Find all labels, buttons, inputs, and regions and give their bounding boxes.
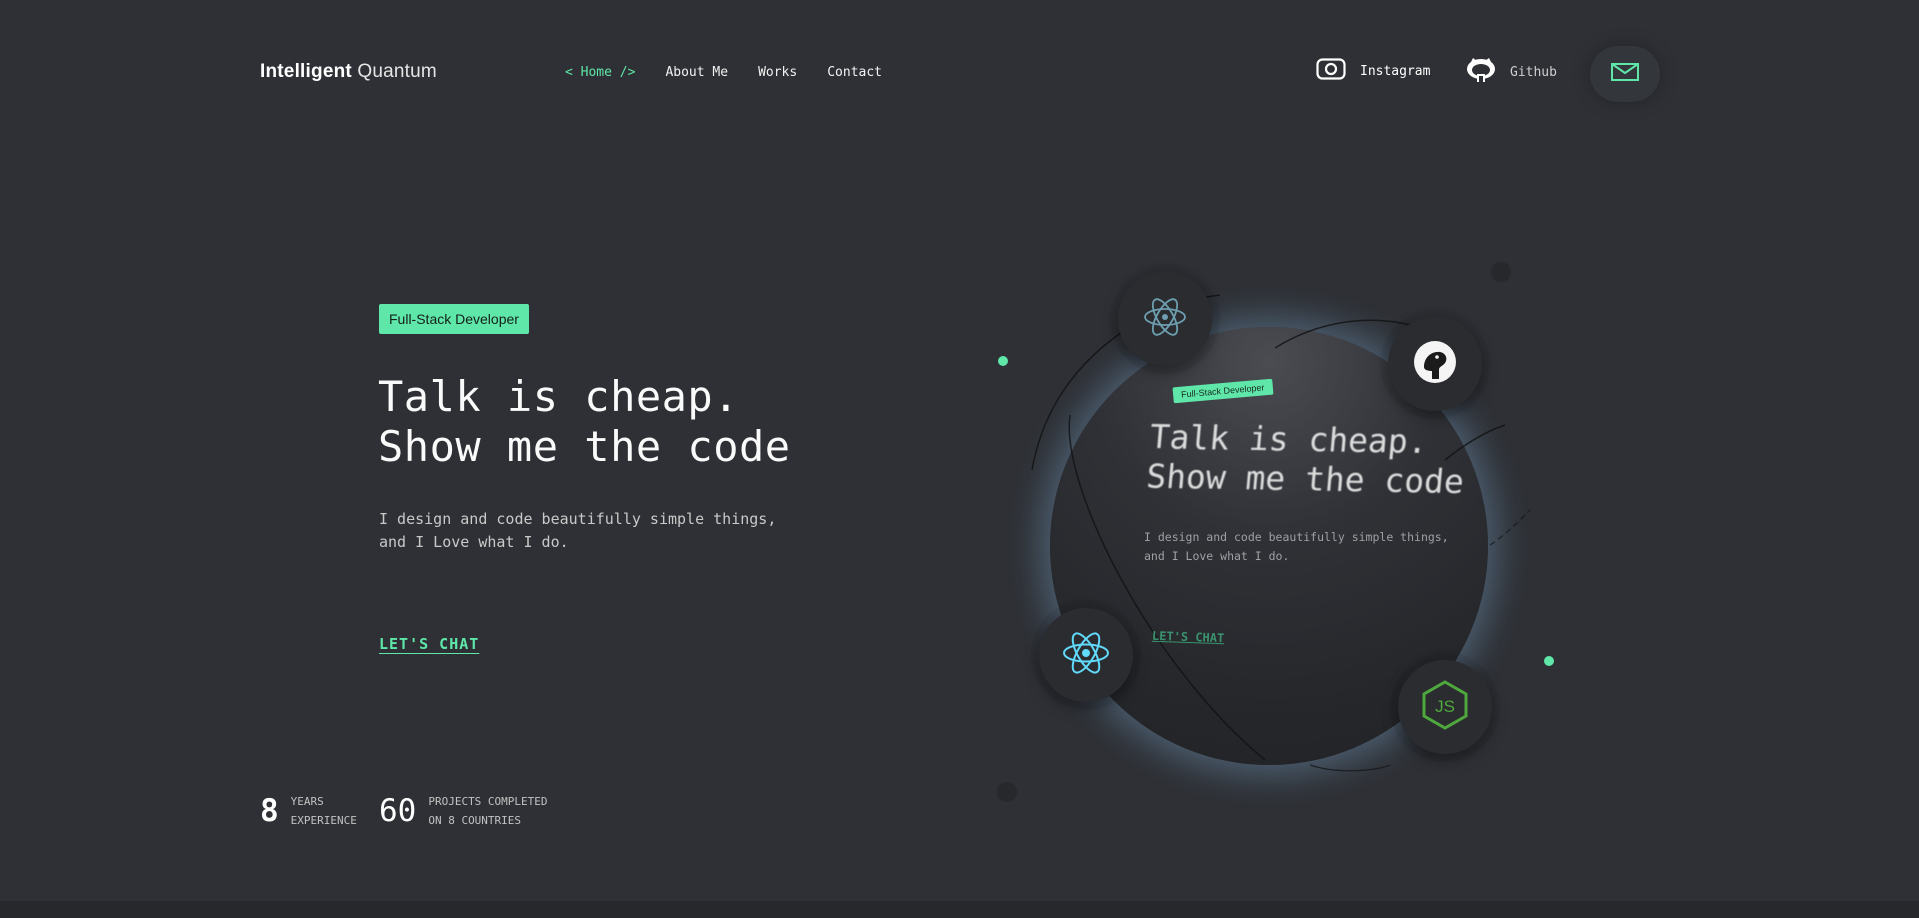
instagram-label: Instagram (1360, 63, 1431, 79)
hero-headline-line2: Show me the code (378, 422, 791, 471)
nodejs-icon: JS (1421, 680, 1469, 734)
react-icon (1061, 630, 1111, 680)
orb-description-line2: and I Love what I do. (1144, 549, 1290, 563)
orb-description-line1: I design and code beautifully simple thi… (1144, 530, 1449, 544)
stat-experience: 8 YEARS EXPERIENCE (260, 792, 357, 830)
nav-contact[interactable]: Contact (827, 65, 882, 80)
hero-description: I design and code beautifully simple thi… (379, 508, 776, 554)
hero-description-line2: and I Love what I do. (379, 533, 569, 551)
github-link[interactable]: Github (1466, 58, 1557, 86)
stat-projects-label: PROJECTS COMPLETED ON 8 COUNTRIES (428, 792, 547, 830)
role-badge: Full-Stack Developer (379, 304, 529, 334)
stat-projects: 60 PROJECTS COMPLETED ON 8 COUNTRIES (379, 792, 548, 830)
mail-button[interactable] (1590, 46, 1660, 102)
logo-bold-text: Intelligent (260, 61, 352, 82)
instagram-link[interactable]: Instagram (1316, 58, 1430, 84)
logo-light-text: Quantum (357, 61, 437, 82)
orb-headline: Talk is cheap. Show me the code (1145, 417, 1469, 501)
github-icon (1466, 58, 1496, 86)
footer-strip (0, 901, 1919, 918)
github-label: Github (1510, 64, 1557, 80)
stat-projects-number: 60 (379, 793, 417, 829)
decor-dot-dark-1 (1491, 262, 1511, 282)
nodejs-bubble: JS (1398, 660, 1492, 754)
svg-text:JS: JS (1435, 697, 1455, 716)
stat-experience-number: 8 (260, 793, 279, 829)
stat-experience-label: YEARS EXPERIENCE (291, 792, 357, 830)
instagram-icon (1316, 58, 1346, 84)
hero-headline: Talk is cheap. Show me the code (378, 372, 791, 472)
nav-works[interactable]: Works (758, 65, 797, 80)
deno-icon (1412, 339, 1458, 389)
electron-bubble (1118, 272, 1212, 366)
stat-projects-label-line1: PROJECTS COMPLETED (428, 795, 548, 808)
stat-experience-label-line1: YEARS (290, 795, 324, 808)
hero-headline-line1: Talk is cheap. (378, 372, 740, 421)
nav-home[interactable]: < Home /> (565, 65, 635, 80)
envelope-icon (1611, 63, 1639, 85)
logo[interactable]: Intelligent Quantum (260, 61, 437, 83)
stat-projects-label-line2: ON 8 COUNTRIES (428, 814, 522, 827)
stat-experience-label-line2: EXPERIENCE (290, 814, 357, 827)
main-nav: < Home /> About Me Works Contact (565, 65, 882, 80)
hero-description-line1: I design and code beautifully simple thi… (379, 510, 777, 528)
orb-description: I design and code beautifully simple thi… (1144, 528, 1449, 566)
decor-dot-green-1 (998, 356, 1008, 366)
electron-icon (1142, 294, 1188, 344)
decor-dot-dark-2 (997, 782, 1017, 802)
decor-dot-green-2 (1544, 656, 1554, 666)
react-bubble (1039, 608, 1133, 702)
nav-about-me[interactable]: About Me (665, 65, 728, 80)
orb-headline-line1: Talk is cheap. (1148, 417, 1430, 462)
lets-chat-button[interactable]: LET'S CHAT (379, 635, 479, 653)
orb-cta-text: LET'S CHAT (1151, 628, 1225, 646)
orb-headline-line2: Show me the code (1144, 456, 1466, 501)
deno-bubble (1388, 317, 1482, 411)
